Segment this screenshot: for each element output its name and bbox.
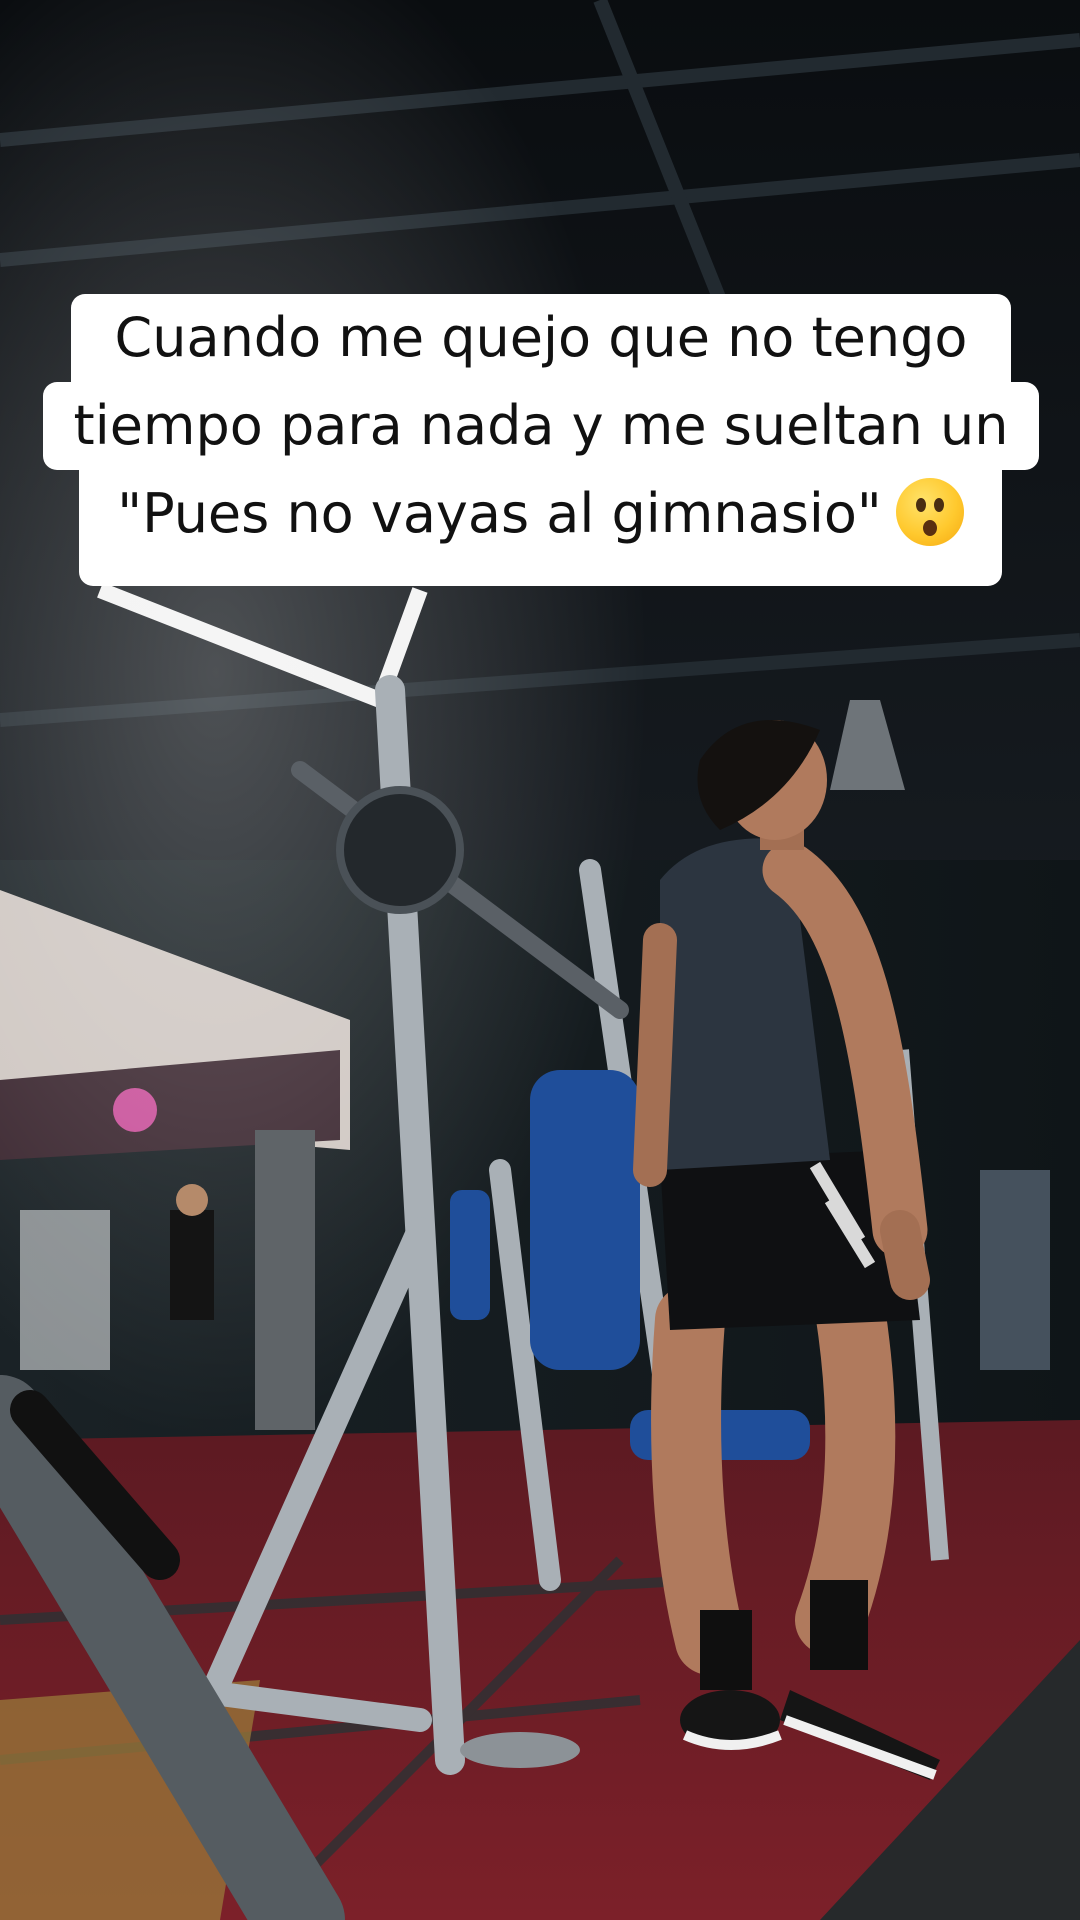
- gym-photo: [0, 0, 1080, 1920]
- weight-plate: [336, 786, 464, 914]
- gym-scene-illustration: [0, 0, 1080, 1920]
- background-machine-right: [980, 1170, 1050, 1370]
- background-column: [255, 1130, 315, 1430]
- weight-bench-back: [530, 1070, 640, 1370]
- machine-foot: [460, 1732, 580, 1768]
- background-person: [170, 1210, 214, 1320]
- background-machine: [20, 1210, 110, 1370]
